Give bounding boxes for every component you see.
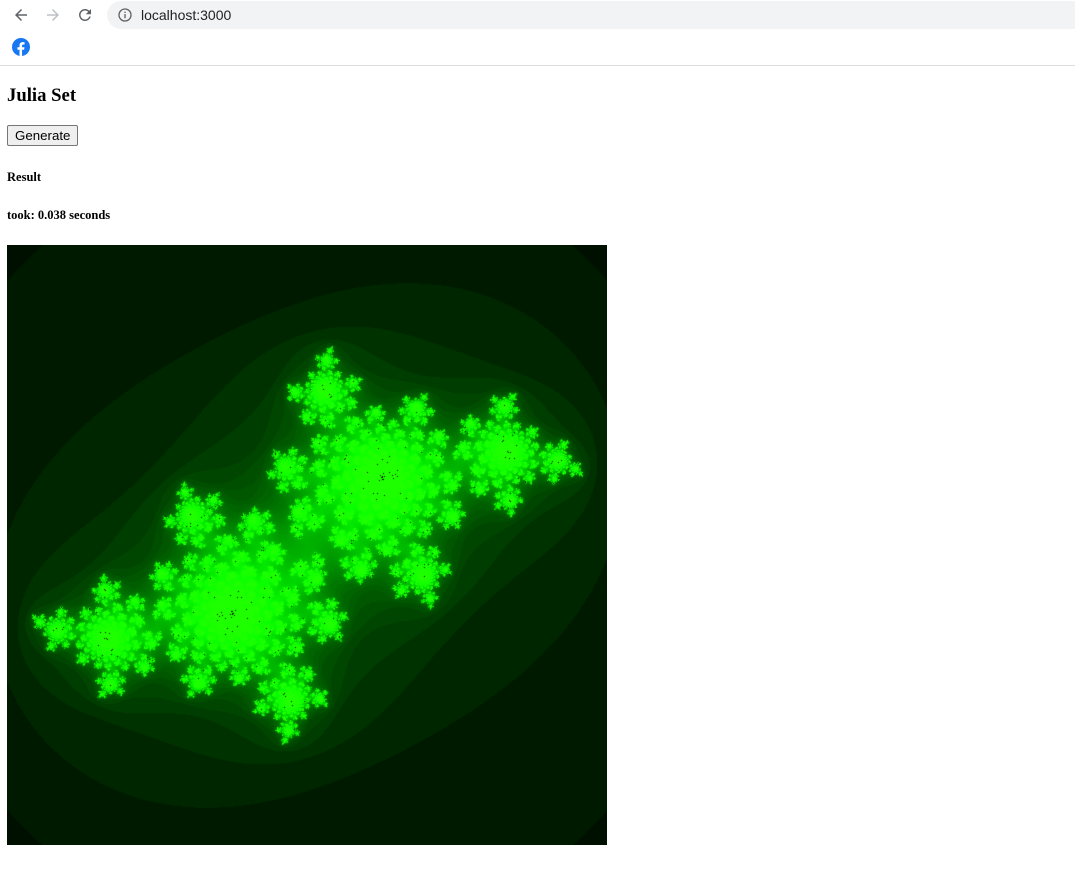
browser-toolbar: localhost:3000: [0, 0, 1075, 30]
address-bar[interactable]: localhost:3000: [107, 1, 1075, 29]
julia-set-image: [7, 245, 607, 845]
page-content: Julia Set Generate Result took: 0.038 se…: [0, 66, 1075, 872]
facebook-icon: [12, 38, 30, 56]
bookmark-facebook[interactable]: [12, 38, 30, 56]
url-text[interactable]: localhost:3000: [141, 7, 231, 23]
result-heading: Result: [7, 170, 42, 184]
info-icon[interactable]: [117, 7, 133, 23]
reload-icon: [78, 8, 91, 21]
generate-button[interactable]: Generate: [7, 125, 79, 146]
reload-button[interactable]: [73, 3, 97, 27]
forward-button[interactable]: [41, 3, 65, 27]
arrow-right-icon: [47, 9, 59, 21]
elapsed-suffix: seconds: [66, 208, 111, 222]
page-title: Julia Set: [7, 85, 77, 106]
arrow-left-icon: [15, 9, 27, 21]
elapsed-time: took: 0.038 seconds: [7, 207, 110, 223]
bookmarks-bar: [0, 30, 1075, 66]
elapsed-prefix: took:: [7, 208, 38, 222]
back-button[interactable]: [9, 3, 33, 27]
elapsed-value: 0.038: [37, 208, 67, 222]
